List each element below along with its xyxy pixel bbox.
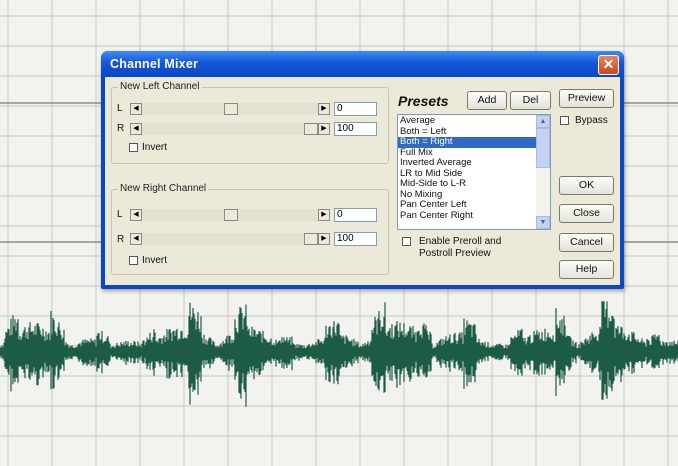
right-r-slider[interactable]: ◀ ▶: [130, 233, 330, 245]
preset-item[interactable]: Pan Center Left: [398, 199, 538, 211]
left-r-slider[interactable]: ◀ ▶: [130, 123, 330, 135]
preset-item[interactable]: Inverted Average: [398, 157, 538, 169]
right-l-scroll-right-icon[interactable]: ▶: [318, 209, 330, 221]
left-r-label: R: [117, 123, 125, 134]
preroll-label-line2: Postroll Preview: [419, 248, 491, 259]
preset-item[interactable]: Average: [398, 115, 538, 127]
channel-mixer-dialog: Channel Mixer ✕ New Left Channel L ◀ ▶ 0…: [101, 51, 624, 289]
left-l-label: L: [117, 103, 123, 114]
left-l-scroll-left-icon[interactable]: ◀: [130, 103, 142, 115]
right-r-value-field[interactable]: 100: [334, 232, 377, 246]
left-r-slider-thumb[interactable]: [304, 123, 318, 135]
left-l-slider-thumb[interactable]: [224, 103, 238, 115]
close-icon[interactable]: ✕: [598, 55, 619, 75]
presets-scrollbar[interactable]: ▲ ▼: [536, 115, 550, 229]
bypass-checkbox[interactable]: [560, 116, 569, 125]
add-preset-button[interactable]: Add: [467, 91, 507, 110]
right-r-scroll-right-icon[interactable]: ▶: [318, 233, 330, 245]
preview-button[interactable]: Preview: [559, 89, 614, 108]
dialog-client-area: New Left Channel L ◀ ▶ 0 R ◀ ▶ 100 Inver…: [105, 77, 620, 285]
left-l-scroll-right-icon[interactable]: ▶: [318, 103, 330, 115]
cancel-button[interactable]: Cancel: [559, 233, 614, 252]
dialog-title: Channel Mixer: [110, 57, 199, 71]
left-l-value-field[interactable]: 0: [334, 102, 377, 116]
del-preset-button[interactable]: Del: [510, 91, 551, 110]
scroll-up-icon[interactable]: ▲: [536, 115, 550, 128]
right-l-slider[interactable]: ◀ ▶: [130, 209, 330, 221]
right-invert-checkbox[interactable]: [129, 256, 138, 265]
scroll-down-icon[interactable]: ▼: [536, 216, 550, 229]
presets-scroll-thumb[interactable]: [536, 128, 550, 168]
left-r-scroll-right-icon[interactable]: ▶: [318, 123, 330, 135]
left-invert-checkbox[interactable]: [129, 143, 138, 152]
left-invert-label: Invert: [142, 142, 168, 153]
right-invert-label: Invert: [142, 255, 168, 266]
presets-items: Average Both = Left Both = Right Full Mix In…: [398, 115, 538, 222]
presets-list[interactable]: Average Both = Left Both = Right Full Mix In…: [397, 114, 551, 230]
presets-title: Presets: [398, 93, 449, 109]
bypass-label: Bypass: [575, 115, 608, 126]
right-r-label: R: [117, 234, 125, 245]
right-l-scroll-left-icon[interactable]: ◀: [130, 209, 142, 221]
left-r-scroll-left-icon[interactable]: ◀: [130, 123, 142, 135]
right-l-label: L: [117, 209, 123, 220]
help-button[interactable]: Help: [559, 260, 614, 279]
title-bar[interactable]: Channel Mixer ✕: [101, 51, 624, 77]
right-l-value-field[interactable]: 0: [334, 208, 377, 222]
ok-button[interactable]: OK: [559, 176, 614, 195]
preset-item[interactable]: Pan Center Right: [398, 210, 538, 222]
left-l-slider[interactable]: ◀ ▶: [130, 103, 330, 115]
preset-item[interactable]: Both = Right: [398, 136, 538, 148]
preroll-label-line1: Enable Preroll and: [419, 236, 502, 247]
right-r-scroll-left-icon[interactable]: ◀: [130, 233, 142, 245]
left-r-value-field[interactable]: 100: [334, 122, 377, 136]
preset-item[interactable]: Mid-Side to L-R: [398, 178, 538, 190]
right-channel-label: New Right Channel: [118, 183, 209, 194]
right-r-slider-thumb[interactable]: [304, 233, 318, 245]
left-channel-label: New Left Channel: [118, 81, 202, 92]
preroll-checkbox[interactable]: [402, 237, 411, 246]
right-l-slider-thumb[interactable]: [224, 209, 238, 221]
close-button[interactable]: Close: [559, 204, 614, 223]
